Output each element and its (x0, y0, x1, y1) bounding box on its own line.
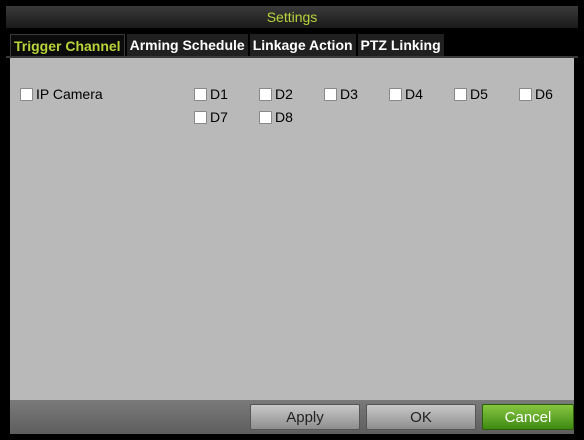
trigger-channel-panel: IP Camera D1 D2 D3 D4 D5 D6 D7 D8 (10, 58, 574, 400)
channel-d2-label: D2 (275, 86, 293, 102)
ip-camera-checkbox[interactable] (20, 87, 33, 101)
settings-window: Settings Trigger Channel Arming Schedule… (6, 6, 578, 434)
channel-d8-label: D8 (275, 109, 293, 125)
channel-d4-label: D4 (405, 86, 423, 102)
channel-d2-checkbox[interactable] (259, 87, 272, 101)
tab-trigger-channel[interactable]: Trigger Channel (10, 34, 125, 56)
channel-d7-checkbox[interactable] (194, 110, 207, 124)
channel-d5-label: D5 (470, 86, 488, 102)
channel-d4-option[interactable]: D4 (389, 86, 423, 102)
channel-d3-label: D3 (340, 86, 358, 102)
tab-bar: Trigger Channel Arming Schedule Linkage … (10, 34, 446, 56)
ok-button[interactable]: OK (366, 404, 476, 430)
footer-bar: Apply OK Cancel (10, 400, 574, 434)
channel-d7-label: D7 (210, 109, 228, 125)
channel-d1-option[interactable]: D1 (194, 86, 228, 102)
window-title: Settings (6, 6, 578, 28)
channel-d1-label: D1 (210, 86, 228, 102)
cancel-button[interactable]: Cancel (482, 404, 574, 430)
channel-d7-option[interactable]: D7 (194, 109, 228, 125)
channel-d3-checkbox[interactable] (324, 87, 337, 101)
channel-d4-checkbox[interactable] (389, 87, 402, 101)
ip-camera-label: IP Camera (36, 86, 103, 102)
ip-camera-option[interactable]: IP Camera (20, 86, 103, 102)
channel-d6-checkbox[interactable] (519, 87, 532, 101)
channel-d1-checkbox[interactable] (194, 87, 207, 101)
channel-d8-checkbox[interactable] (259, 110, 272, 124)
channel-d8-option[interactable]: D8 (259, 109, 293, 125)
tab-ptz-linking[interactable]: PTZ Linking (357, 34, 444, 56)
channel-d5-option[interactable]: D5 (454, 86, 488, 102)
tab-linkage-action[interactable]: Linkage Action (249, 34, 356, 56)
channel-d6-label: D6 (535, 86, 553, 102)
channel-d3-option[interactable]: D3 (324, 86, 358, 102)
apply-button[interactable]: Apply (250, 404, 360, 430)
channel-d5-checkbox[interactable] (454, 87, 467, 101)
channel-d2-option[interactable]: D2 (259, 86, 293, 102)
channel-d6-option[interactable]: D6 (519, 86, 553, 102)
tab-arming-schedule[interactable]: Arming Schedule (126, 34, 248, 56)
